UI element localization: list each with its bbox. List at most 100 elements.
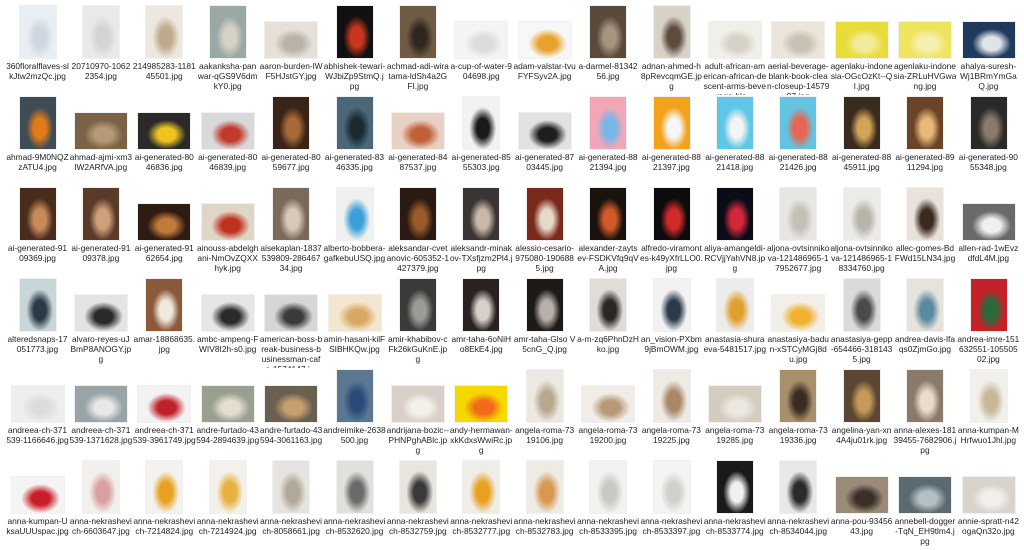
image-thumbnail[interactable] [907,97,944,149]
file-item[interactable]: andre-furtado-43594-2894639.jpg [196,368,259,459]
image-thumbnail[interactable] [780,461,817,513]
file-item[interactable]: ai-generated-8346335.jpg [323,95,386,186]
file-item[interactable]: amr-taha-Glso V5cnG_Q.jpg [513,277,576,368]
image-thumbnail[interactable] [590,461,627,513]
image-thumbnail[interactable] [835,22,888,58]
file-item[interactable]: aisekaplan-1837539809-28646734.jpg [260,186,323,277]
image-thumbnail[interactable] [75,113,128,149]
file-item[interactable]: ahalya-suresh-Wj1BRmYmGaQ.jpg [957,4,1020,95]
image-thumbnail[interactable] [463,188,500,240]
file-item[interactable]: andre-furtado-43594-3061163.jpg [260,368,323,459]
file-item[interactable]: adam-valstar-tvuFYFSyv2A.jpg [513,4,576,95]
image-thumbnail[interactable] [19,279,56,331]
file-item[interactable]: 360floralflaves-slkJtw2mzQc.jpg [6,4,69,95]
file-item[interactable]: anna-nekrashevich-7214824.jpg [133,459,196,550]
image-thumbnail[interactable] [83,188,120,240]
file-item[interactable]: allen-rad-1wEvzdfdL4M.jpg [957,186,1020,277]
image-thumbnail[interactable] [146,279,183,331]
image-thumbnail[interactable] [518,113,571,149]
image-thumbnail[interactable] [201,295,254,331]
image-thumbnail[interactable] [273,461,310,513]
file-item[interactable]: aleksandar-cvetanovic-605352-1427379.jpg [386,186,449,277]
image-thumbnail[interactable] [907,370,944,422]
file-item[interactable]: 214985283-118145501.jpg [133,4,196,95]
file-item[interactable]: anna-nekrashevich-7214924.jpg [196,459,259,550]
file-item[interactable]: aleksandr-minakov-TXsfjzm2Pl4.jpg [450,186,513,277]
file-item[interactable]: ainouss-abdelghani-NmOvZQXXhyk.jpg [196,186,259,277]
image-thumbnail[interactable] [146,6,183,58]
file-item[interactable]: anna-kumpan-MHrfwuo1Jhl.jpg [957,368,1020,459]
image-thumbnail[interactable] [400,461,437,513]
file-item[interactable]: andrijana-bozic--PHNPghABlc.jpg [386,368,449,459]
image-thumbnail[interactable] [970,97,1007,149]
file-item[interactable]: angela-roma-7319106.jpg [513,368,576,459]
image-thumbnail[interactable] [780,370,817,422]
file-item[interactable]: ai-generated-8555303.jpg [450,95,513,186]
file-item[interactable]: anna-nekrashevich-8058661.jpg [260,459,323,550]
file-item[interactable]: ai-generated-8059677.jpg [260,95,323,186]
image-thumbnail[interactable] [590,6,627,58]
file-item[interactable]: ai-generated-8911294.jpg [893,95,956,186]
image-thumbnail[interactable] [772,295,825,331]
file-item[interactable]: aerial-beverage-blank-book-clean-closeup… [767,4,830,95]
image-thumbnail[interactable] [962,204,1015,240]
image-thumbnail[interactable] [336,6,373,58]
file-item[interactable]: amin-hasani-kilFSIBHKQw.jpg [323,277,386,368]
file-item[interactable]: agenlaku-indonesia-ZRLuHVGwang.jpg [893,4,956,95]
file-item[interactable]: anna-nekrashevich-8533774.jpg [703,459,766,550]
file-item[interactable]: anastasia-shuraeva-5481517.jpg [703,277,766,368]
file-item[interactable]: anna-alexes-18139455-7682906.jpg [893,368,956,459]
image-thumbnail[interactable] [708,22,761,58]
image-thumbnail[interactable] [653,97,690,149]
image-thumbnail[interactable] [11,386,64,422]
file-item[interactable]: ai-generated-8821397.jpg [640,95,703,186]
image-thumbnail[interactable] [463,97,500,149]
image-thumbnail[interactable] [526,279,563,331]
image-thumbnail[interactable] [772,22,825,58]
image-thumbnail[interactable] [526,461,563,513]
file-item[interactable]: anna-nekrashevich-8534044.jpg [767,459,830,550]
image-thumbnail[interactable] [716,461,753,513]
image-thumbnail[interactable] [209,6,246,58]
file-item[interactable]: amar-18868635.jpg [133,277,196,368]
image-thumbnail[interactable] [392,386,445,422]
file-item[interactable]: ahmad-ajmi-xm3lW2ARfVA.jpg [69,95,132,186]
image-thumbnail[interactable] [265,386,318,422]
image-thumbnail[interactable] [843,279,880,331]
file-item[interactable]: andy-hermawan-xkKdxsWwiRc.jpg [450,368,513,459]
image-thumbnail[interactable] [273,97,310,149]
image-thumbnail[interactable] [590,279,627,331]
image-thumbnail[interactable] [265,295,318,331]
image-thumbnail[interactable] [400,6,437,58]
file-item[interactable]: andreea-ch-371539-3961749.jpg [133,368,196,459]
file-item[interactable]: achmad-adi-wiratama-ldSh4a2GFI.jpg [386,4,449,95]
image-thumbnail[interactable] [907,279,944,331]
file-item[interactable]: angela-roma-7319200.jpg [577,368,640,459]
image-thumbnail[interactable] [653,370,690,422]
file-item[interactable]: american-boss-break-business-businessman… [260,277,323,368]
file-item[interactable]: amr-taha-6oNiHo8EkE4.jpg [450,277,513,368]
image-thumbnail[interactable] [970,279,1007,331]
image-thumbnail[interactable] [962,22,1015,58]
file-item[interactable]: annebell-dogger-TqN_EH9tlm4.jpg [893,459,956,550]
image-thumbnail[interactable] [970,370,1007,422]
file-item[interactable]: andreea-ch-371539-1371628.jpg [69,368,132,459]
image-thumbnail[interactable] [653,6,690,58]
image-thumbnail[interactable] [962,477,1015,513]
file-item[interactable]: andrea-davis-lfaqs0ZjmGo.jpg [893,277,956,368]
file-item[interactable]: ai-generated-8046839.jpg [196,95,259,186]
image-thumbnail[interactable] [907,188,944,240]
file-item[interactable]: alfredo-viramontes-k49yXfrLLO0.jpg [640,186,703,277]
file-item[interactable]: 20710970-10622354.jpg [69,4,132,95]
image-thumbnail[interactable] [590,97,627,149]
image-thumbnail[interactable] [526,370,563,422]
file-item[interactable]: a-cup-of-water-904698.jpg [450,4,513,95]
file-item[interactable]: anna-nekrashevich-8532620.jpg [323,459,386,550]
image-thumbnail[interactable] [400,279,437,331]
file-item[interactable]: alessio-cesario-975080-1906885.jpg [513,186,576,277]
file-item[interactable]: anna-nekrashevich-8532783.jpg [513,459,576,550]
image-thumbnail[interactable] [518,22,571,58]
image-thumbnail[interactable] [899,22,952,58]
file-item[interactable]: abhishek-tewari-WJbiZp9StmQ.jpg [323,4,386,95]
image-thumbnail[interactable] [400,188,437,240]
